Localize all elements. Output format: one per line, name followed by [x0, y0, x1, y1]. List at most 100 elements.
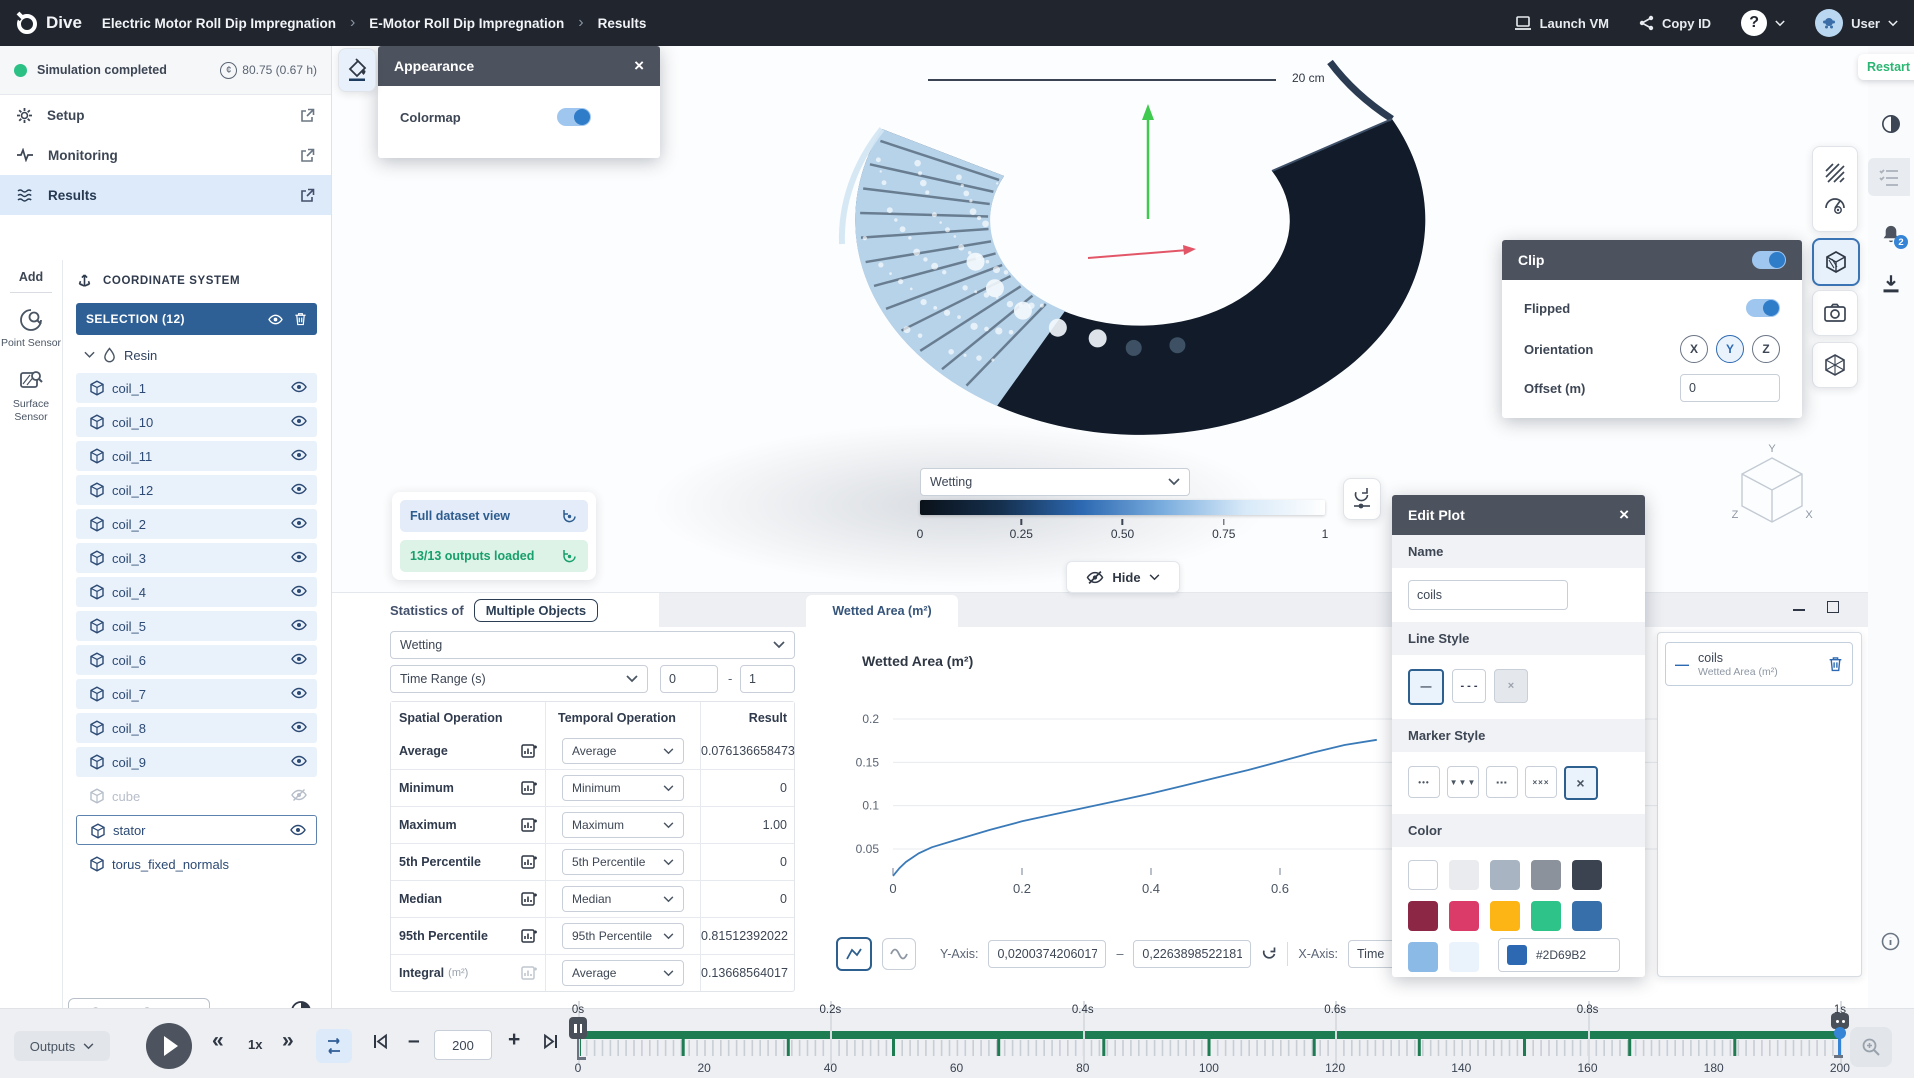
loop-button[interactable] [316, 1029, 352, 1063]
hatch-mesh-icon[interactable] [1824, 162, 1846, 184]
eye-icon[interactable] [291, 550, 307, 564]
y-max-input[interactable] [1133, 940, 1251, 968]
tree-item[interactable]: coil_9 [76, 747, 317, 777]
y-min-input[interactable] [988, 940, 1106, 968]
marker-style-button[interactable]: ▼▼▼ [1447, 766, 1479, 798]
tree-item[interactable]: coil_7 [76, 679, 317, 709]
line-style-button[interactable]: × [1494, 669, 1528, 703]
add-point-sensor-button[interactable]: Point Sensor [0, 307, 62, 350]
color-swatch[interactable] [1572, 860, 1602, 890]
coordinate-system-item[interactable]: COORDINATE SYSTEM [62, 260, 331, 299]
external-link-icon[interactable] [300, 108, 315, 123]
breadcrumb-project[interactable]: Electric Motor Roll Dip Impregnation [102, 16, 336, 31]
tree-item[interactable]: coil_8 [76, 713, 317, 743]
tree-item[interactable]: coil_6 [76, 645, 317, 675]
close-icon[interactable]: × [1619, 505, 1629, 525]
temporal-operation-select[interactable]: Median [562, 886, 684, 912]
clip-toggle[interactable] [1752, 251, 1786, 269]
eye-icon[interactable] [267, 313, 284, 326]
eye-icon[interactable] [291, 584, 307, 598]
play-button[interactable] [146, 1023, 192, 1069]
appearance-tool-button[interactable] [338, 48, 376, 92]
render-mode-button[interactable] [1812, 342, 1858, 388]
color-swatch[interactable] [1449, 901, 1479, 931]
chevron-down-icon[interactable] [84, 351, 95, 359]
playhead-scrubber[interactable] [569, 1017, 587, 1060]
scope-button[interactable]: Multiple Objects [474, 599, 598, 622]
temporal-operation-select[interactable]: Maximum [562, 812, 684, 838]
color-swatch[interactable] [1449, 860, 1479, 890]
marker-style-button[interactable]: × [1564, 766, 1598, 800]
legend-item-coils[interactable]: — coils Wetted Area (m²) [1665, 642, 1853, 686]
outputs-dropdown[interactable]: Outputs [14, 1031, 110, 1061]
color-swatch[interactable] [1408, 942, 1438, 972]
orientation-axis-button[interactable]: Y [1716, 335, 1744, 363]
app-logo[interactable]: Dive [0, 11, 102, 35]
tree-item[interactable]: coil_3 [76, 543, 317, 573]
trash-icon[interactable] [294, 312, 307, 326]
add-surface-sensor-button[interactable]: Surface Sensor [0, 368, 62, 424]
color-swatch[interactable] [1449, 942, 1479, 972]
user-menu[interactable]: User [1815, 9, 1898, 37]
launch-vm-button[interactable]: Launch VM [1514, 16, 1609, 31]
dataset-refresh-icon[interactable] [561, 508, 578, 525]
color-swatch[interactable] [1531, 860, 1561, 890]
plot-name-input[interactable] [1408, 580, 1568, 610]
temporal-operation-select[interactable]: Average [562, 960, 684, 986]
breadcrumb-results[interactable]: Results [598, 16, 647, 31]
orientation-axis-button[interactable]: Z [1752, 335, 1780, 363]
tree-item[interactable]: coil_12 [76, 475, 317, 505]
colormap-toggle[interactable] [557, 108, 591, 126]
color-swatch[interactable] [1490, 901, 1520, 931]
linear-scale-button[interactable] [836, 937, 872, 971]
color-swatch[interactable] [1572, 901, 1602, 931]
external-link-icon[interactable] [300, 148, 315, 163]
tree-item[interactable]: coil_4 [76, 577, 317, 607]
skip-to-end-button[interactable] [542, 1033, 559, 1050]
time-from-input[interactable] [660, 665, 718, 693]
tree-item[interactable]: coil_10 [76, 407, 317, 437]
temporal-operation-select[interactable]: Average [562, 738, 684, 764]
offset-input[interactable] [1680, 374, 1780, 402]
add-to-plot-icon[interactable] [521, 743, 537, 759]
reset-axis-icon[interactable] [1261, 946, 1277, 962]
tree-item[interactable]: coil_5 [76, 611, 317, 641]
line-style-button[interactable]: - - - [1452, 669, 1486, 703]
add-to-plot-icon[interactable] [521, 854, 537, 870]
close-icon[interactable]: × [634, 56, 644, 76]
decrease-steps-icon[interactable]: – [408, 1029, 420, 1053]
external-link-icon[interactable] [300, 188, 315, 203]
sidebar-item-monitoring[interactable]: Monitoring [0, 135, 331, 175]
tree-item[interactable]: cube [76, 781, 317, 811]
eye-icon[interactable] [290, 823, 306, 837]
increase-steps-icon[interactable]: + [508, 1028, 520, 1052]
sidebar-item-setup[interactable]: Setup [0, 95, 331, 135]
flipped-toggle[interactable] [1746, 299, 1780, 317]
eye-off-icon[interactable] [291, 788, 307, 802]
outputs-loaded-badge[interactable]: 13/13 outputs loaded [400, 540, 588, 572]
help-menu[interactable]: ? [1741, 10, 1785, 36]
sidebar-item-results[interactable]: Results [0, 175, 331, 215]
add-to-plot-icon[interactable] [521, 817, 537, 833]
stats-field-select[interactable]: Wetting [390, 631, 795, 659]
download-icon[interactable] [1881, 274, 1901, 294]
colormap-settings-button[interactable] [1343, 478, 1381, 520]
add-to-plot-icon[interactable] [521, 891, 537, 907]
time-to-input[interactable] [740, 665, 795, 693]
clip-tool-button[interactable] [1812, 238, 1860, 286]
eye-icon[interactable] [291, 482, 307, 496]
checklist-tool-button[interactable] [1868, 158, 1910, 196]
eye-icon[interactable] [291, 754, 307, 768]
notifications-button[interactable]: 2 [1881, 224, 1901, 245]
color-swatch[interactable] [1490, 860, 1520, 890]
full-dataset-view-badge[interactable]: Full dataset view [400, 500, 588, 532]
restart-button[interactable]: Restart [1858, 54, 1914, 80]
orientation-axis-button[interactable]: X [1680, 335, 1708, 363]
tree-item[interactable]: coil_2 [76, 509, 317, 539]
tab-wetted-area[interactable]: Wetted Area (m²) [806, 595, 958, 627]
screenshot-button[interactable] [1812, 290, 1858, 336]
speed-up-icon[interactable]: » [282, 1029, 294, 1053]
tree-group-resin[interactable]: Resin [62, 341, 331, 369]
custom-color-field[interactable]: #2D69B2 [1498, 938, 1620, 972]
eye-icon[interactable] [291, 686, 307, 700]
